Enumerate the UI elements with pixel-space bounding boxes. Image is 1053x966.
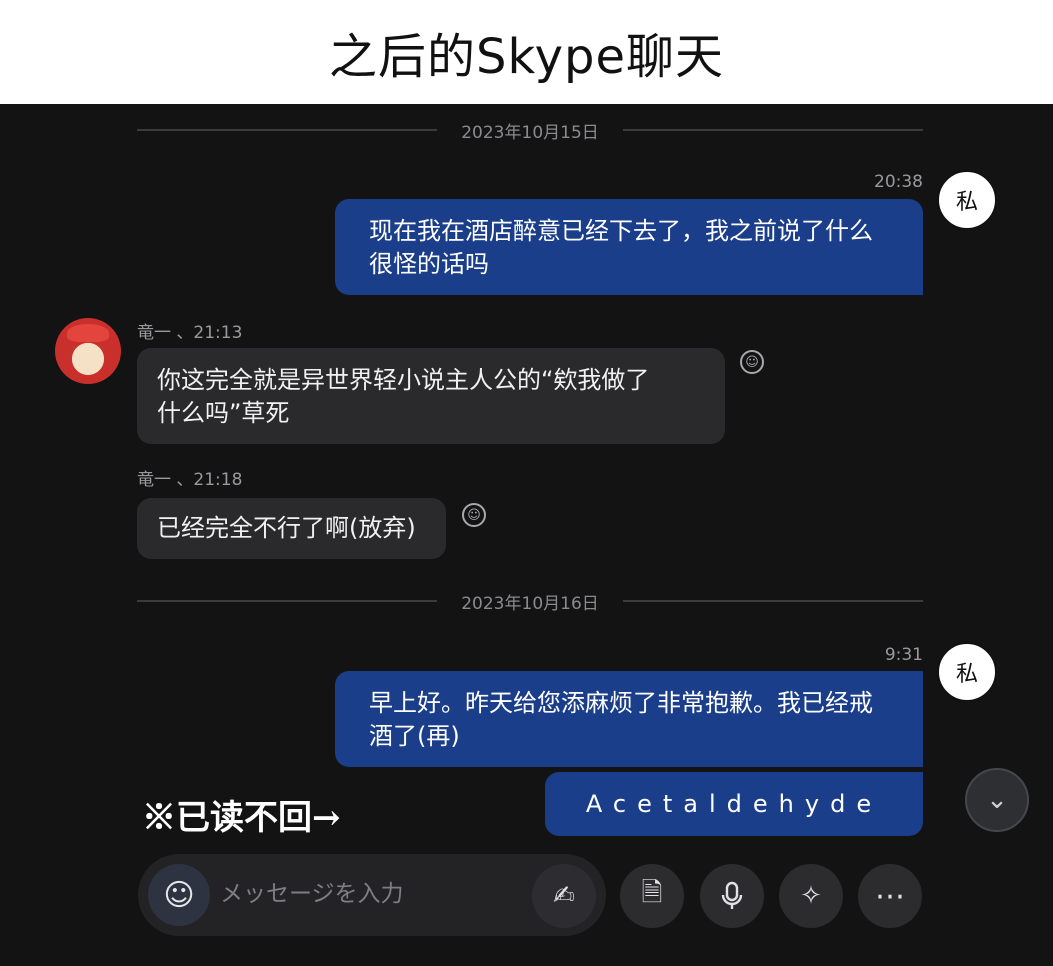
add-reaction-icon[interactable]: ☺ bbox=[462, 503, 486, 527]
message-time: 20:38 bbox=[874, 172, 923, 192]
chevron-down-icon[interactable]: ⌄ bbox=[965, 768, 1029, 832]
message-line: 什么吗”草死 bbox=[157, 399, 290, 427]
message-line: 你这完全就是异世界轻小说主人公的“欸我做了 bbox=[157, 366, 650, 394]
date-label: 2023年10月16日 bbox=[461, 593, 599, 614]
date-label: 2023年10月15日 bbox=[461, 122, 599, 143]
annotation-text: ※已读不回→ bbox=[142, 798, 341, 838]
date-separator: 2023年10月16日 bbox=[137, 589, 923, 614]
message-line: 很怪的话吗 bbox=[369, 250, 489, 278]
contact-avatar[interactable] bbox=[55, 318, 121, 384]
smiley-icon[interactable]: ☺ bbox=[148, 864, 210, 926]
contact-message-bubble[interactable]: 你这完全就是异世界轻小说主人公的“欸我做了 什么吗”草死 bbox=[137, 348, 725, 444]
chat-panel: 2023年10月15日 20:38 私 现在我在酒店醉意已经下去了，我之前说了什… bbox=[0, 104, 1053, 966]
message-line: 酒了(再) bbox=[369, 722, 460, 750]
message-input[interactable] bbox=[220, 874, 520, 914]
file-icon[interactable]: 🗎 bbox=[620, 864, 684, 928]
my-message-bubble[interactable]: 早上好。昨天给您添麻烦了非常抱歉。我已经戒 酒了(再) bbox=[335, 671, 923, 767]
microphone-icon[interactable] bbox=[700, 864, 764, 928]
my-message-bubble[interactable]: 现在我在酒店醉意已经下去了，我之前说了什么 很怪的话吗 bbox=[335, 199, 923, 295]
message-line: 已经完全不行了啊(放弃) bbox=[157, 514, 416, 542]
sparkle-icon[interactable]: ✧ bbox=[779, 864, 843, 928]
add-reaction-icon[interactable]: ☺ bbox=[740, 350, 764, 374]
message-line: 现在我在酒店醉意已经下去了，我之前说了什么 bbox=[369, 217, 873, 245]
message-line: 早上好。昨天给您添麻烦了非常抱歉。我已经戒 bbox=[369, 689, 873, 717]
my-avatar[interactable]: 私 bbox=[937, 642, 997, 702]
page-title: 之后的Skype聊天 bbox=[329, 29, 724, 85]
sender-header: 竜一 、21:13 bbox=[137, 323, 243, 343]
more-icon[interactable]: ⋯ bbox=[858, 864, 922, 928]
message-time: 9:31 bbox=[884, 645, 923, 665]
date-separator: 2023年10月15日 bbox=[137, 118, 923, 143]
my-message-bubble[interactable]: Acetaldehyde bbox=[545, 772, 923, 836]
my-avatar[interactable]: 私 bbox=[937, 170, 997, 230]
contact-message-bubble[interactable]: 已经完全不行了啊(放弃) bbox=[137, 498, 446, 559]
handwriting-icon[interactable]: ✍ bbox=[532, 864, 596, 928]
sender-header: 竜一 、21:18 bbox=[137, 470, 243, 490]
